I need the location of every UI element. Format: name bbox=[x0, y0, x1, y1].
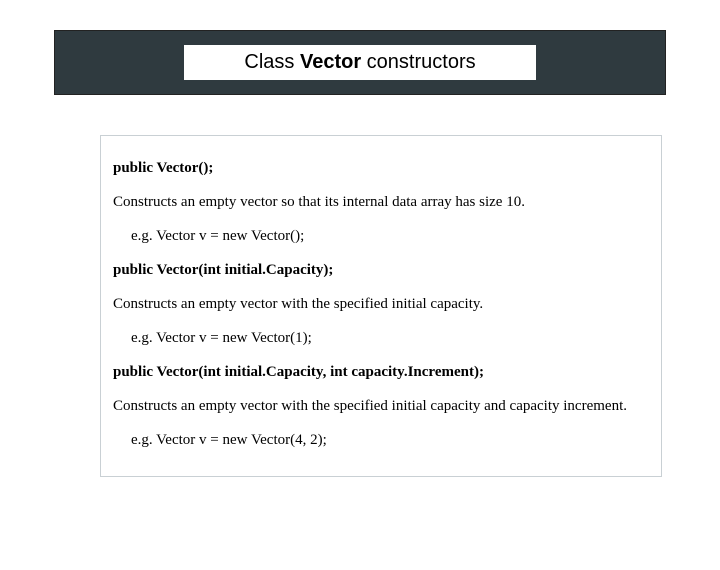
title-suffix: constructors bbox=[361, 51, 475, 73]
constructor-description: Constructs an empty vector so that its i… bbox=[113, 190, 649, 214]
constructor-example: e.g. Vector v = new Vector(); bbox=[113, 224, 649, 248]
constructor-example: e.g. Vector v = new Vector(1); bbox=[113, 326, 649, 350]
constructor-signature: public Vector(int initial.Capacity); bbox=[113, 258, 649, 282]
slide-title: Class Vector constructors bbox=[184, 45, 535, 80]
constructor-description: Constructs an empty vector with the spec… bbox=[113, 292, 649, 316]
constructor-example: e.g. Vector v = new Vector(4, 2); bbox=[113, 428, 649, 452]
title-bold: Vector bbox=[300, 51, 361, 73]
constructor-description: Constructs an empty vector with the spec… bbox=[113, 394, 649, 418]
constructor-signature: public Vector(); bbox=[113, 156, 649, 180]
title-bar: Class Vector constructors bbox=[54, 30, 666, 95]
content-box: public Vector(); Constructs an empty vec… bbox=[100, 135, 662, 477]
constructor-signature: public Vector(int initial.Capacity, int … bbox=[113, 360, 649, 384]
title-prefix: Class bbox=[244, 51, 300, 73]
